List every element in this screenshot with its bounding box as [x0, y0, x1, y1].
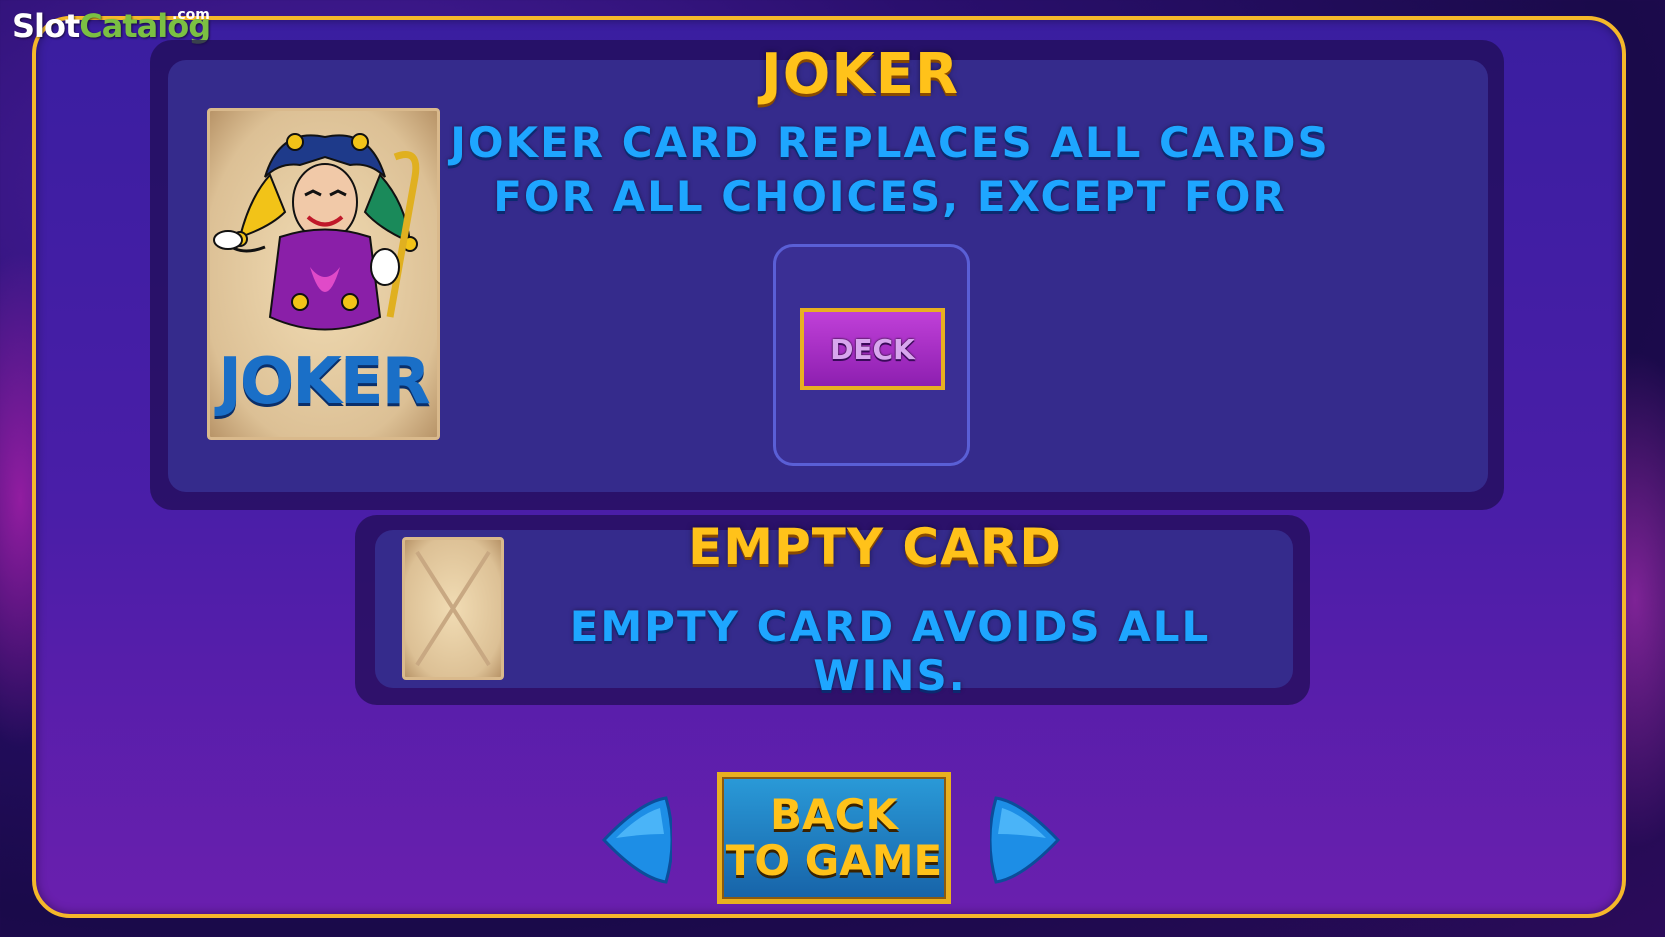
watermark-logo: SlotCatalog .com: [12, 7, 211, 45]
empty-card-title: EMPTY CARD: [688, 518, 1062, 576]
empty-card: [402, 537, 504, 680]
back-to-game-button[interactable]: BACK TO GAME: [717, 772, 951, 904]
joker-description-line2: FOR ALL CHOICES, EXCEPT FOR: [493, 172, 1287, 221]
arrow-right-icon[interactable]: [990, 794, 1062, 886]
jester-icon: [213, 133, 420, 331]
deck-card: DECK: [800, 308, 945, 390]
arrow-left-icon[interactable]: [600, 794, 672, 886]
watermark-com: .com: [172, 7, 210, 23]
joker-card: JOKER: [207, 108, 440, 440]
empty-card-description: EMPTY CARD AVOIDS ALL WINS.: [569, 602, 1211, 700]
joker-title: JOKER: [760, 42, 960, 107]
back-button-line1: BACK: [770, 790, 898, 839]
cross-icon: [415, 550, 491, 667]
joker-description-line1: JOKER CARD REPLACES ALL CARDS: [450, 118, 1330, 167]
back-button-line2: TO GAME: [725, 836, 943, 885]
joker-card-label: JOKER: [218, 345, 431, 419]
watermark-slot: Slot: [12, 7, 80, 45]
